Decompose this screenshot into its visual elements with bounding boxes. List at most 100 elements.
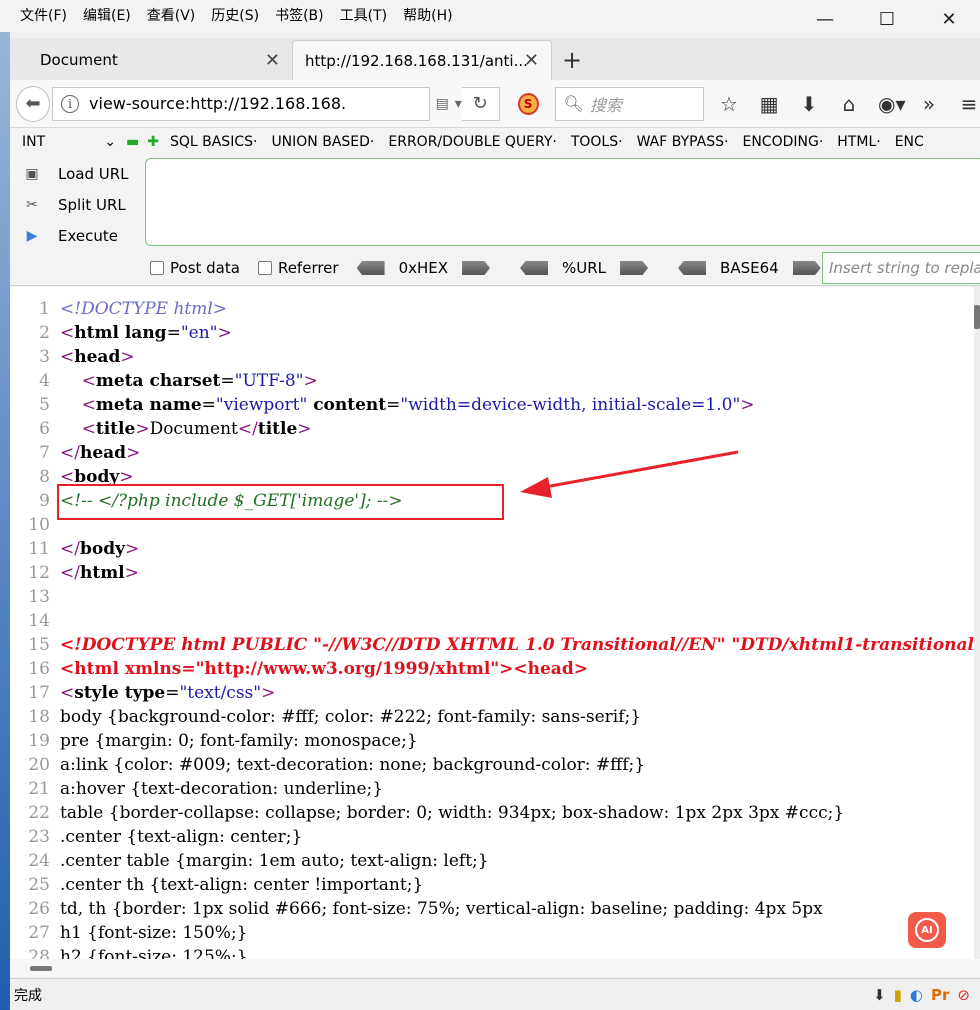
star-icon[interactable]: ☆	[718, 92, 740, 116]
attr-value: "width=device-width, initial-scale=1.0"	[400, 395, 741, 415]
menu-view[interactable]: 查看(V)	[139, 2, 204, 30]
search-input[interactable]: 🔍︎ 搜索	[554, 86, 705, 121]
scrollbar-thumb[interactable]	[974, 305, 980, 329]
line-content: a:link {color: #009; text-decoration: no…	[60, 755, 646, 775]
encode-arrow-icon[interactable]	[462, 261, 491, 275]
menu-history[interactable]: 历史(S)	[203, 2, 267, 30]
refresh-icon[interactable]: ◐	[910, 986, 923, 1004]
view-source-pane[interactable]: 1 <!DOCTYPE html> 2 <html lang="en"> 3 <hea…	[10, 287, 980, 959]
back-button[interactable]: ⬅	[16, 85, 51, 122]
source-line: 24 .center table {margin: 1em auto; text-…	[10, 849, 980, 873]
attr-name: name	[143, 395, 202, 415]
execute-button[interactable]: ▶ Execute	[18, 220, 146, 251]
decrease-icon[interactable]: ▬	[126, 134, 139, 150]
hex-encoder: 0xHEX	[356, 259, 491, 277]
download-icon[interactable]: ⬇	[798, 92, 820, 116]
menu-encoding[interactable]: ENCODING·	[735, 134, 830, 150]
menu-waf-bypass[interactable]: WAF BYPASS·	[630, 134, 736, 150]
line-number: 2	[39, 323, 50, 343]
menu-sql-basics[interactable]: SQL BASICS·	[163, 134, 264, 150]
site-info-icon[interactable]: i	[61, 94, 80, 113]
menu-help[interactable]: 帮助(H)	[395, 2, 460, 30]
status-icons: ⬇ ▮ ◐ Pr ⊘	[873, 986, 970, 1004]
base64-encoder: BASE64	[678, 259, 821, 277]
ai-assistant-button[interactable]: AI	[908, 912, 946, 948]
nav-bar: ⬅ i view-source:http://192.168.168. ▤ ▾ …	[10, 80, 980, 128]
url-bar[interactable]: i view-source:http://192.168.168.	[52, 86, 430, 121]
post-data-checkbox[interactable]: Post data	[150, 259, 240, 277]
menu-edit[interactable]: 编辑(E)	[75, 2, 139, 30]
menu-tools[interactable]: 工具(T)	[332, 2, 395, 30]
hackbar-menu: INT ⌄ ▬ ✚ SQL BASICS· UNION BASED· ERROR…	[10, 128, 980, 156]
noscript-icon[interactable]: S	[517, 92, 539, 115]
close-tab-icon[interactable]: ✕	[524, 50, 539, 71]
overflow-icon[interactable]: »	[918, 92, 940, 116]
hamburger-icon[interactable]: ≡	[958, 92, 980, 116]
attr-value: "http://www.w3.org/1999/xhtml"	[195, 659, 500, 679]
tag-name: head	[74, 347, 121, 367]
reading-list-icon[interactable]: ▦	[758, 92, 780, 116]
maximize-button[interactable]: ☐	[856, 0, 918, 38]
menu-tools[interactable]: TOOLS·	[564, 134, 630, 150]
reload-button[interactable]: ↻	[461, 86, 500, 121]
line-number: 22	[28, 803, 50, 823]
url-enc-label: %URL	[562, 259, 607, 277]
referrer-label: Referrer	[277, 259, 339, 277]
encode-arrow-icon[interactable]	[792, 261, 821, 275]
line-number: 12	[28, 563, 50, 583]
close-tab-icon[interactable]: ✕	[265, 50, 280, 71]
hex-label: 0xHEX	[398, 259, 449, 277]
source-line: 15 <!DOCTYPE html PUBLIC "-//W3C//DTD XHT…	[10, 633, 980, 657]
pr-icon[interactable]: Pr	[931, 986, 949, 1004]
decode-arrow-icon[interactable]	[356, 261, 385, 275]
decode-arrow-icon[interactable]	[678, 261, 707, 275]
int-select[interactable]: INT ⌄	[10, 134, 122, 150]
tag-name: title	[257, 419, 298, 439]
menu-html[interactable]: HTML·	[830, 134, 887, 150]
hackbar-options: Post data Referrer 0xHEX %URL BASE64	[150, 254, 837, 282]
tag-name: meta	[95, 395, 144, 415]
line-number: 27	[28, 923, 50, 943]
insert-string-input[interactable]: Insert string to replac	[822, 252, 980, 284]
reload-icon: ↻	[472, 93, 488, 114]
hackbar-url-textarea[interactable]	[145, 158, 980, 246]
url-text: view-source:http://192.168.168.	[89, 94, 347, 113]
menu-file[interactable]: 文件(F)	[12, 2, 75, 30]
split-url-button[interactable]: ✂ Split URL	[18, 189, 146, 220]
line-number: 5	[39, 395, 50, 415]
tab-view-source[interactable]: http://192.168.168.131/anti... ✕	[292, 40, 552, 80]
close-window-button[interactable]: ✕	[918, 0, 980, 38]
encode-arrow-icon[interactable]	[620, 261, 649, 275]
menu-enc[interactable]: ENC	[888, 134, 931, 150]
menu-bookmarks[interactable]: 书签(B)	[267, 2, 332, 30]
minimize-button[interactable]: —	[794, 0, 856, 38]
globe-icon[interactable]: ◉▾	[878, 92, 906, 116]
line-number: 9	[39, 491, 50, 511]
source-line: 22 table {border-collapse: collapse; bord…	[10, 801, 980, 825]
source-line: 5 <meta name="viewport" content="width=d…	[10, 393, 980, 417]
new-tab-button[interactable]: +	[552, 40, 592, 80]
tab-bar: Document ✕ http://192.168.168.131/anti..…	[10, 38, 980, 80]
load-url-button[interactable]: ▣ Load URL	[18, 158, 146, 189]
tab-document[interactable]: Document ✕	[10, 40, 292, 80]
home-icon[interactable]: ⌂	[838, 92, 860, 116]
source-line: 7 </head>	[10, 441, 980, 465]
search-icon: 🔍︎	[563, 94, 584, 113]
dropdown-icon[interactable]: ▾	[455, 96, 462, 112]
tag-name: body	[79, 539, 125, 559]
increase-icon[interactable]: ✚	[147, 134, 159, 150]
menu-union-based[interactable]: UNION BASED·	[264, 134, 381, 150]
desktop-edge	[0, 32, 10, 1010]
referrer-checkbox[interactable]: Referrer	[257, 259, 339, 277]
note-icon[interactable]: ▮	[894, 986, 902, 1004]
decode-arrow-icon[interactable]	[520, 261, 549, 275]
server-icon[interactable]: ▤	[436, 96, 449, 112]
menu-error-double-query[interactable]: ERROR/DOUBLE QUERY·	[381, 134, 563, 150]
line-number: 6	[39, 419, 50, 439]
base64-label: BASE64	[720, 259, 779, 277]
scrollbar-thumb[interactable]	[30, 966, 52, 971]
horizontal-scrollbar[interactable]	[10, 959, 980, 977]
noscript-status-icon[interactable]: ⊘	[957, 986, 970, 1004]
vertical-scrollbar[interactable]	[974, 287, 980, 959]
download-icon[interactable]: ⬇	[873, 986, 886, 1004]
